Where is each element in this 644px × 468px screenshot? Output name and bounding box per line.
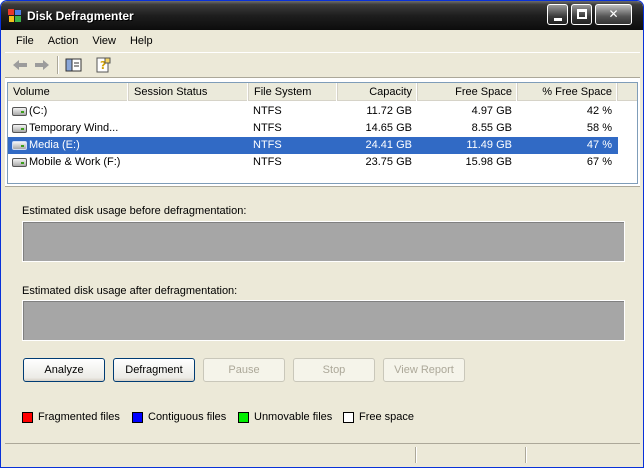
column-header-capacity[interactable]: Capacity xyxy=(338,83,418,101)
legend-fragmented: Fragmented files xyxy=(22,411,120,423)
drive-icon xyxy=(12,141,27,150)
disk-defragmenter-window: Disk Defragmenter ✕ File Action View Hel… xyxy=(0,0,644,468)
legend-free-space: Free space xyxy=(343,411,414,423)
close-icon: ✕ xyxy=(608,7,619,21)
volume-row-mobile-work[interactable]: Mobile & Work (F:) NTFS 23.75 GB 15.98 G… xyxy=(8,154,618,171)
before-defrag-label: Estimated disk usage before defragmentat… xyxy=(22,205,247,217)
client-area: File Action View Help ? Volume Session S… xyxy=(5,30,640,465)
volume-row-temporary[interactable]: Temporary Wind... NTFS 14.65 GB 8.55 GB … xyxy=(8,120,618,137)
close-button[interactable]: ✕ xyxy=(595,4,632,25)
toolbar-separator xyxy=(57,56,59,74)
minimize-icon xyxy=(554,18,562,21)
session-status xyxy=(134,103,244,120)
legend-label: Free space xyxy=(359,411,415,423)
pause-button[interactable]: Pause xyxy=(203,358,285,382)
defrag-panel: Estimated disk usage before defragmentat… xyxy=(5,186,640,443)
column-header-session-status[interactable]: Session Status xyxy=(129,83,249,101)
percent-free-space: 67 % xyxy=(586,156,612,168)
session-status xyxy=(134,120,244,137)
legend-label: Unmovable files xyxy=(254,411,333,423)
column-header-free-space[interactable]: Free Space xyxy=(418,83,518,101)
volume-name: Mobile & Work (F:) xyxy=(29,156,121,168)
volume-row-c[interactable]: (C:) NTFS 11.72 GB 4.97 GB 42 % xyxy=(8,103,618,120)
before-defrag-usage-bar xyxy=(22,221,625,262)
volume-name: Media (E:) xyxy=(29,139,80,151)
analyze-button[interactable]: Analyze xyxy=(23,358,105,382)
legend-contiguous: Contiguous files xyxy=(132,411,226,423)
status-separator xyxy=(525,447,527,463)
volume-list-header: Volume Session Status File System Capaci… xyxy=(8,83,637,101)
volume-name: (C:) xyxy=(29,105,48,117)
unmovable-swatch xyxy=(238,411,249,423)
free-space: 11.49 GB xyxy=(466,139,512,151)
stop-button[interactable]: Stop xyxy=(293,358,375,382)
session-status xyxy=(134,137,244,154)
show-hide-console-tree-icon[interactable] xyxy=(65,57,83,73)
contiguous-swatch xyxy=(132,411,143,423)
window-title: Disk Defragmenter xyxy=(27,9,134,23)
free-space-swatch xyxy=(343,411,354,423)
capacity: 24.41 GB xyxy=(365,139,412,151)
drive-icon xyxy=(12,124,27,133)
file-system: NTFS xyxy=(253,156,282,168)
menu-file[interactable]: File xyxy=(9,33,41,49)
free-space: 4.97 GB xyxy=(471,105,512,117)
legend-unmovable: Unmovable files xyxy=(238,411,332,423)
after-defrag-label: Estimated disk usage after defragmentati… xyxy=(22,285,238,297)
file-system: NTFS xyxy=(253,139,282,151)
capacity: 11.72 GB xyxy=(366,105,412,117)
title-bar[interactable]: Disk Defragmenter ✕ xyxy=(1,1,643,30)
legend-label: Fragmented files xyxy=(38,411,120,423)
fragmented-swatch xyxy=(22,411,33,423)
status-bar xyxy=(5,443,640,465)
column-header-file-system[interactable]: File System xyxy=(249,83,338,101)
session-status xyxy=(134,154,244,171)
capacity: 14.65 GB xyxy=(365,122,412,134)
file-system: NTFS xyxy=(253,105,282,117)
maximize-button[interactable] xyxy=(571,4,592,25)
file-system: NTFS xyxy=(253,122,282,134)
defragmenter-app-icon xyxy=(8,9,21,22)
minimize-button[interactable] xyxy=(547,4,568,25)
free-space: 15.98 GB xyxy=(465,156,512,168)
menu-help[interactable]: Help xyxy=(123,33,160,49)
legend-label: Contiguous files xyxy=(148,411,227,423)
free-space: 8.55 GB xyxy=(471,122,512,134)
volume-name: Temporary Wind... xyxy=(29,122,119,134)
percent-free-space: 47 % xyxy=(586,139,612,151)
capacity: 23.75 GB xyxy=(365,156,412,168)
percent-free-space: 58 % xyxy=(586,122,612,134)
percent-free-space: 42 % xyxy=(586,105,612,117)
defragment-button[interactable]: Defragment xyxy=(113,358,195,382)
menu-view[interactable]: View xyxy=(85,33,123,49)
status-separator xyxy=(415,447,417,463)
maximize-icon xyxy=(577,9,587,19)
help-icon[interactable]: ? xyxy=(95,57,113,73)
back-arrow-icon[interactable] xyxy=(11,57,29,73)
column-header-volume[interactable]: Volume xyxy=(8,83,129,101)
after-defrag-usage-bar xyxy=(22,300,625,341)
drive-icon xyxy=(12,158,27,167)
drive-icon xyxy=(12,107,27,116)
toolbar: ? xyxy=(5,52,640,78)
view-report-button[interactable]: View Report xyxy=(383,358,465,382)
column-header-percent-free-space[interactable]: % Free Space xyxy=(518,83,618,101)
menu-action[interactable]: Action xyxy=(41,33,86,49)
menu-bar: File Action View Help xyxy=(5,30,640,52)
volume-list[interactable]: Volume Session Status File System Capaci… xyxy=(7,82,638,184)
volume-row-media-selected[interactable]: Media (E:) NTFS 24.41 GB 11.49 GB 47 % xyxy=(8,137,618,154)
forward-arrow-icon[interactable] xyxy=(33,57,51,73)
